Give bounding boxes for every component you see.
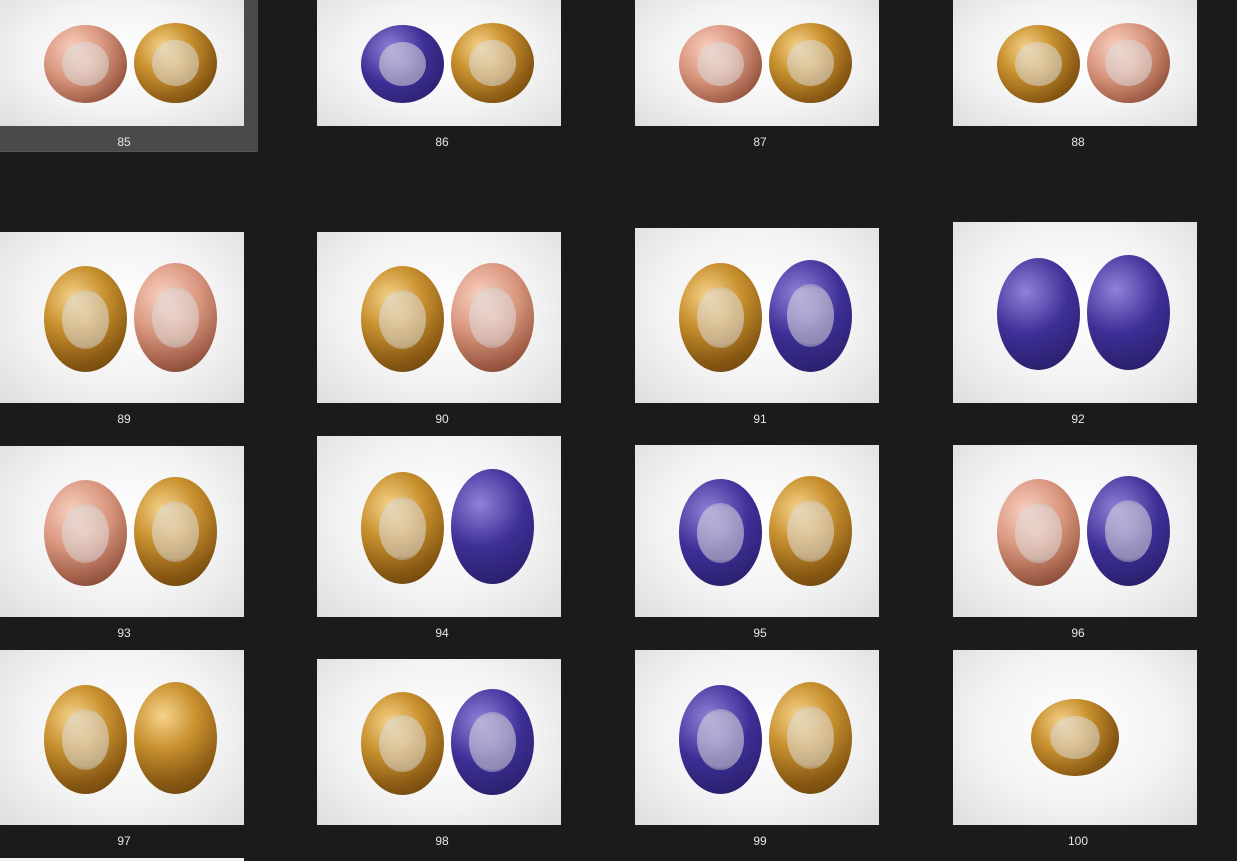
thumbnail-label: 85 [117,135,131,149]
thumbnail-label: 87 [753,135,767,149]
ring-image [134,262,218,373]
thumbnail-label: 92 [1071,412,1085,426]
ring-image [769,681,853,794]
ring-image [43,685,127,794]
thumbnail-89[interactable] [0,232,244,403]
thumbnail-90[interactable] [317,232,561,403]
ring-image [769,22,853,104]
thumbnail-98[interactable] [317,659,561,825]
thumbnail-95[interactable] [635,445,879,617]
ring-image [451,262,535,373]
thumbnail-96[interactable] [953,445,1197,617]
ring-image [43,25,127,104]
ring-image [134,476,218,587]
thumbnail-label: 88 [1071,135,1085,149]
thumbnail-94[interactable] [317,436,561,617]
thumbnail-85[interactable] [0,0,244,126]
thumbnail-label: 98 [435,834,449,848]
ring-image [678,25,762,104]
thumbnail-99[interactable] [635,650,879,825]
ring-image [678,685,762,794]
ring-image [451,688,535,796]
ring-image [996,479,1080,587]
thumbnail-91[interactable] [635,228,879,403]
ring-image [360,692,444,796]
thumbnail-label: 89 [117,412,131,426]
thumbnail-86[interactable] [317,0,561,126]
thumbnail-label: 91 [753,412,767,426]
thumbnail-label: 95 [753,626,767,640]
ring-image [1087,254,1171,371]
thumbnail-87[interactable] [635,0,879,126]
thumbnail-label: 94 [435,626,449,640]
thumbnail-label: 93 [117,626,131,640]
ring-image [451,22,535,104]
ring-image [769,259,853,372]
thumbnail-88[interactable] [953,0,1197,126]
thumbnail-97[interactable] [0,650,244,825]
ring-image [1087,22,1171,104]
thumbnail-label: 96 [1071,626,1085,640]
thumbnail-label: 100 [1067,834,1089,848]
ring-image [1087,475,1171,587]
ring-image [996,25,1080,104]
thumbnail-92[interactable] [953,222,1197,403]
thumbnail-label: 97 [117,834,131,848]
ring-image [360,266,444,373]
ring-image [43,480,127,587]
ring-image [360,25,444,104]
ring-image [1031,699,1119,776]
ring-image [43,266,127,373]
ring-image [134,22,218,104]
ring-image [134,681,218,794]
ring-image [451,468,535,585]
ring-image [360,472,444,585]
ring-image [678,479,762,587]
thumbnail-93[interactable] [0,446,244,617]
thumbnail-label: 90 [435,412,449,426]
thumbnail-label: 86 [435,135,449,149]
ring-image [769,475,853,587]
ring-image [996,258,1080,371]
thumbnail-label: 99 [753,834,767,848]
thumbnail-100[interactable] [953,650,1197,825]
ring-image [678,263,762,372]
